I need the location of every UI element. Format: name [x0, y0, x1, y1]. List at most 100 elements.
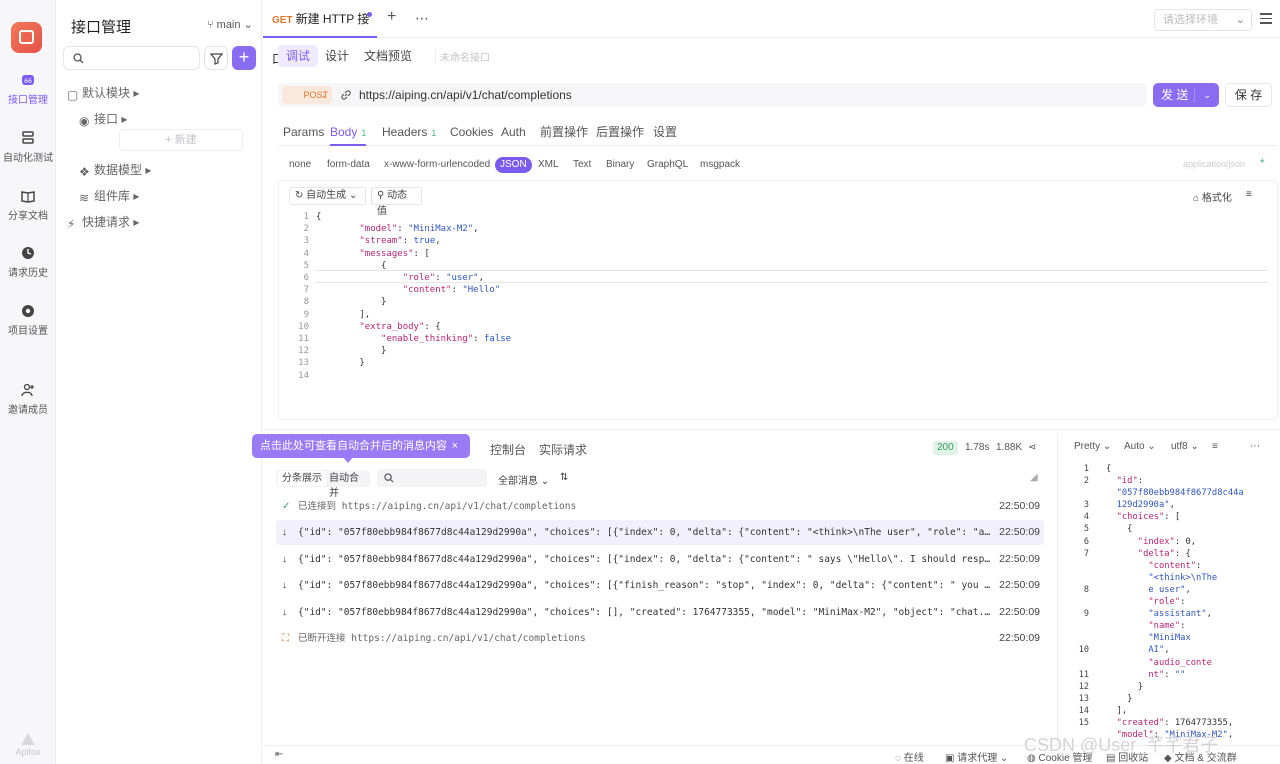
tab-body[interactable]: Body 1: [330, 122, 367, 146]
rail-item-invite[interactable]: 邀请成员: [0, 383, 56, 416]
folder-icon: ▢: [67, 88, 79, 102]
rail-item-settings[interactable]: 项目设置: [0, 304, 56, 337]
list-item[interactable]: ⛶ 已断开连接 https://aiping.cn/api/v1/chat/com…: [276, 626, 1044, 651]
list-item[interactable]: ↓ {"id": "057f80ebb984f8677d8c44a129d2990…: [276, 547, 1044, 572]
rail-item-docs[interactable]: 分享文档: [0, 189, 56, 222]
list-item[interactable]: ↓ {"id": "057f80ebb984f8677d8c44a129d2990…: [276, 573, 1044, 598]
add-button[interactable]: +: [232, 46, 256, 70]
tree-default-module[interactable]: ▢ 默认模块 ▸: [67, 84, 139, 102]
body-type-msgpack[interactable]: msgpack: [700, 157, 740, 173]
tab-actual-request[interactable]: 实际请求: [539, 441, 587, 458]
tree-api[interactable]: ◉ 接口 ▸: [79, 110, 127, 128]
body-type-form-data[interactable]: form-data: [327, 157, 370, 173]
tab-bar: GET新建 HTTP 接口 + ⋯ 请选择环境 ⌄: [263, 0, 1280, 66]
chevron-down-icon: ⌄: [1102, 441, 1112, 452]
dynamic-value-button[interactable]: ⚲ 动态值: [371, 187, 422, 217]
message-filter-select[interactable]: 全部消息 ⌄: [498, 472, 549, 487]
sort-icon[interactable]: ⇅: [560, 472, 568, 483]
tree-quick-request[interactable]: ⚡ 快捷请求 ▸: [67, 213, 139, 231]
wand-icon: ⚲: [377, 190, 388, 201]
tab-design[interactable]: 设计: [317, 45, 357, 67]
panel-divider[interactable]: [263, 429, 1280, 430]
format-button[interactable]: ⌂ 格式化: [1193, 189, 1232, 204]
tree-data-model[interactable]: ❖ 数据模型 ▸: [79, 161, 151, 179]
tab-label: Headers: [382, 125, 428, 139]
message-time: 22:50:09: [999, 500, 1040, 512]
api-icon: 66: [22, 75, 34, 85]
request-body-code: { "model": "MiniMax-M2", "stream": true,…: [316, 212, 512, 369]
line-numbers: 1 2 3 4 5 6 7 8 9 10 11 12 13 14: [298, 212, 309, 381]
collapse-icon[interactable]: ⇤: [275, 749, 283, 760]
tab-cookies[interactable]: Cookies: [450, 122, 493, 146]
merge-tooltip[interactable]: 点击此处可查看自动合并后的消息内容 ×: [252, 434, 470, 463]
tab-doc-preview[interactable]: 文档预览: [356, 45, 420, 67]
view-select[interactable]: Pretty ⌄: [1074, 441, 1111, 452]
brand-icon: [21, 733, 35, 745]
body-type-graphql[interactable]: GraphQL: [647, 157, 688, 173]
list-item[interactable]: ↓ {"id": "057f80ebb984f8677d8c44a129d2990…: [276, 600, 1044, 625]
menu-icon[interactable]: [1260, 13, 1272, 27]
encoding-select[interactable]: Auto ⌄: [1124, 441, 1156, 452]
tab-console[interactable]: 控制台: [490, 441, 526, 458]
app-logo-icon[interactable]: [11, 22, 42, 53]
save-button[interactable]: 保 存: [1225, 83, 1272, 107]
close-icon[interactable]: ×: [452, 434, 458, 458]
tab-auth[interactable]: Auth: [501, 122, 526, 146]
body-type-urlencoded[interactable]: x-www-form-urlencoded: [384, 157, 490, 173]
api-name-input[interactable]: 未命名接口: [435, 49, 490, 64]
auto-merge-button[interactable]: 自动合并: [325, 471, 370, 499]
proxy-icon: ▣: [945, 753, 958, 764]
filter-button[interactable]: [204, 46, 228, 70]
rail-item-api[interactable]: 66 接口管理: [0, 73, 56, 106]
body-type-json[interactable]: JSON: [495, 157, 532, 173]
status-online[interactable]: ◌ 在线: [895, 749, 924, 764]
chevron-down-icon[interactable]: ⌄: [1203, 83, 1211, 107]
clear-icon[interactable]: ◢: [1030, 472, 1038, 483]
method-select[interactable]: POST ⌄: [282, 86, 332, 104]
tab-new-http-api[interactable]: GET新建 HTTP 接口: [263, 0, 377, 66]
rail-item-automation[interactable]: 自动化测试: [0, 131, 56, 164]
body-type-xml[interactable]: XML: [538, 157, 559, 173]
tab-pre-ops[interactable]: 前置操作: [540, 122, 588, 146]
chevron-down-icon: ⌄: [1190, 441, 1199, 452]
more-icon[interactable]: ⋯: [415, 10, 429, 27]
status-proxy[interactable]: ▣ 请求代理 ⌄: [945, 749, 1008, 764]
wrap-icon[interactable]: ≡: [1246, 189, 1252, 200]
message-search-input[interactable]: [377, 469, 487, 487]
url-input[interactable]: https://aiping.cn/api/v1/chat/completion…: [359, 83, 572, 107]
body-type-none[interactable]: none: [289, 157, 311, 173]
new-tab-button[interactable]: +: [387, 8, 396, 26]
send-button[interactable]: 发 送 ⌄: [1153, 83, 1219, 107]
user-plus-icon: [21, 383, 34, 397]
auto-generate-button[interactable]: ↻ 自动生成 ⌄: [289, 187, 366, 205]
url-bar: POST ⌄ https://aiping.cn/api/v1/chat/comp…: [278, 83, 1147, 107]
search-icon: [384, 473, 394, 483]
tab-settings[interactable]: 设置: [653, 122, 677, 146]
rail-item-history[interactable]: 请求历史: [0, 246, 56, 279]
body-type-text[interactable]: Text: [573, 157, 591, 173]
list-item[interactable]: ↓ {"id": "057f80ebb984f8677d8c44a129d2990…: [276, 520, 1044, 545]
split-view-button[interactable]: 分条展示: [278, 471, 326, 486]
more-icon[interactable]: ⋯: [1250, 441, 1260, 452]
list-item[interactable]: ✓ 已连接到 https://aiping.cn/api/v1/chat/comp…: [276, 494, 1044, 519]
tab-params[interactable]: Params: [283, 122, 324, 146]
charset-select[interactable]: utf8 ⌄: [1171, 441, 1199, 452]
json-body-editor[interactable]: ↻ 自动生成 ⌄ ⚲ 动态值 ⌂ 格式化 ≡ 1 2 3 4 5 6 7 8 9 10 11 12 13…: [278, 180, 1278, 420]
response-size: 1.88K: [996, 442, 1023, 453]
body-type-binary[interactable]: Binary: [606, 157, 634, 173]
branch-selector[interactable]: ⑂ main ⌄: [207, 18, 253, 31]
link-icon: [341, 90, 351, 100]
message-text: {"id": "057f80ebb984f8677d8c44a129d2990a…: [298, 580, 994, 591]
response-time: 1.78s: [965, 442, 990, 453]
watermark: CSDN @User_芊芊君子: [1024, 735, 1219, 755]
tab-headers[interactable]: Headers 1: [382, 122, 436, 146]
sidebar-search-input[interactable]: [63, 46, 200, 70]
wrap-icon[interactable]: ≡: [1212, 441, 1218, 452]
new-api-button[interactable]: + 新建: [119, 129, 243, 151]
environment-select[interactable]: 请选择环境 ⌄: [1154, 9, 1252, 31]
share-icon[interactable]: ⋖: [1028, 442, 1036, 453]
tree-components[interactable]: ≋ 组件库 ▸: [79, 187, 139, 205]
tab-debug[interactable]: 调试: [278, 45, 319, 67]
tab-post-ops[interactable]: 后置操作: [596, 122, 644, 146]
content-type-label: application/json: [1183, 159, 1246, 169]
